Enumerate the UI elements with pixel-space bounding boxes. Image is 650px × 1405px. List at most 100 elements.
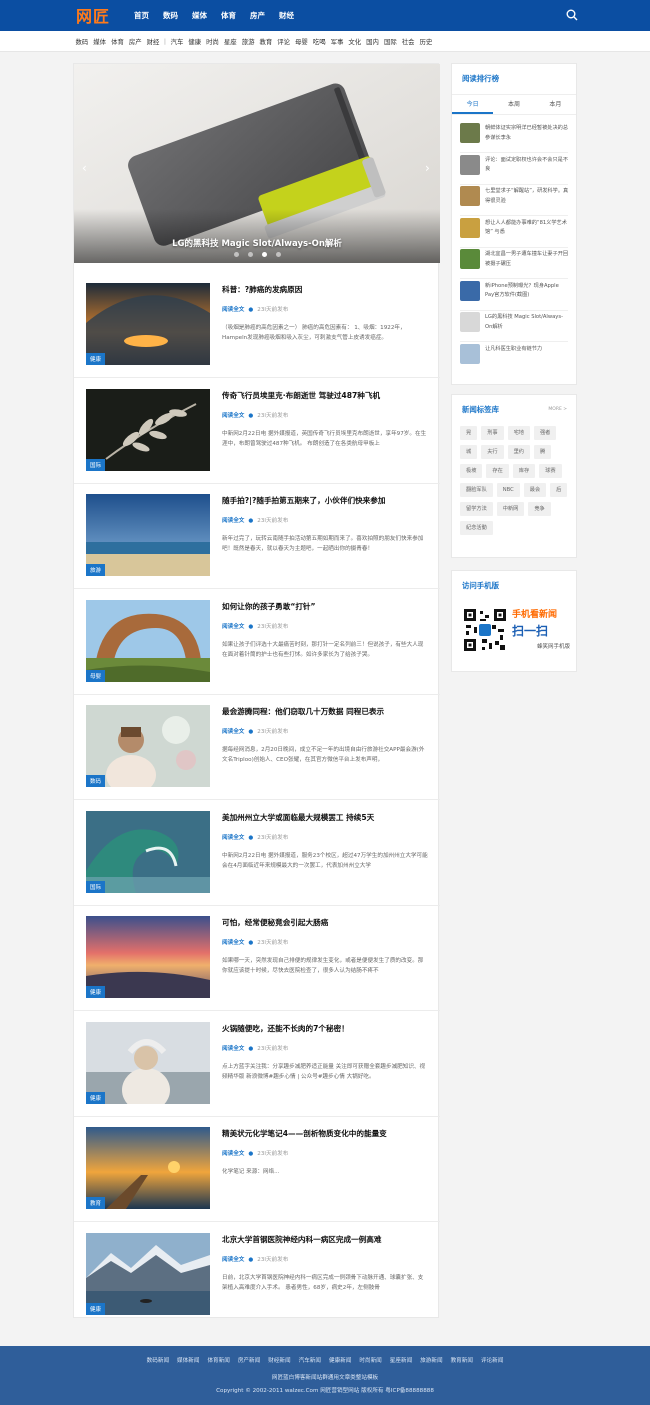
footer-link[interactable]: 时尚新闻 <box>359 1356 381 1364</box>
article-thumbnail[interactable]: 健康 <box>86 283 210 365</box>
nav-sports[interactable]: 体育 <box>214 0 243 31</box>
ranking-item-title[interactable]: 想让人人都能办事难的“81义学艺术馆” 与悉 <box>485 219 569 238</box>
read-more-link[interactable]: 阅读全文 <box>222 518 244 524</box>
category-badge[interactable]: 母婴 <box>86 669 106 682</box>
tag-chip[interactable]: 里约 <box>507 445 530 459</box>
article-item[interactable]: 健康 科普：?肺癌的发病原因 阅读全文 ● 23l天前发布 （吸烟是肺癌的高危因素之一） … <box>74 272 440 378</box>
tag-chip[interactable]: 强者 <box>533 426 557 440</box>
footer-link[interactable]: 评论新闻 <box>481 1356 503 1364</box>
category-link[interactable]: 吃喝 <box>310 37 328 46</box>
tag-chip[interactable]: 后 <box>550 483 568 497</box>
footer-link[interactable]: 数码新闻 <box>147 1356 169 1364</box>
article-thumbnail[interactable]: 教育 <box>86 1127 210 1209</box>
ranking-thumbnail[interactable] <box>460 123 480 143</box>
footer-link[interactable]: 健康新闻 <box>329 1356 351 1364</box>
category-badge[interactable]: 健康 <box>86 986 106 998</box>
tag-chip[interactable]: 夫行 <box>481 445 504 459</box>
tab-week[interactable]: 本周 <box>493 95 534 114</box>
category-link[interactable]: 体育 <box>109 37 127 46</box>
featured-slider[interactable]: ‹ › LG的黑科技 Magic Slot/Always-On解析 <box>74 64 440 263</box>
category-badge[interactable]: 数码 <box>86 775 106 787</box>
category-badge[interactable]: 教育 <box>86 1197 106 1209</box>
article-title[interactable]: 科普：?肺癌的发病原因 <box>222 284 428 295</box>
nav-digital[interactable]: 数码 <box>156 0 185 31</box>
article-title[interactable]: 火锅随便吃，还能不长肉的7个秘密！ <box>222 1023 428 1034</box>
article-thumbnail[interactable]: 健康 <box>86 1021 210 1104</box>
article-title[interactable]: 传奇飞行员埃里克·布朗逝世 驾驶过487种飞机 <box>222 390 428 401</box>
category-link[interactable]: 汽车 <box>168 37 186 46</box>
category-link[interactable]: 数码 <box>73 37 91 46</box>
ranking-thumbnail[interactable] <box>460 343 480 364</box>
category-badge[interactable]: 健康 <box>86 1091 106 1104</box>
ranking-item[interactable]: 让凡科医生职业有链节力 <box>460 343 568 376</box>
category-link[interactable]: 旅游 <box>239 37 257 46</box>
article-item[interactable]: 健康 火锅随便吃，还能不长肉的7个秘密！ 阅读全文 ● 23l天前发布 点上方蓝字关注我：… <box>74 1011 440 1117</box>
tag-chip[interactable]: 库存 <box>512 464 536 478</box>
tag-chip[interactable]: 晃 <box>460 426 478 440</box>
ranking-item-title[interactable]: 新iPhone预制曝光？现身Apple Pay官方软件(截图) <box>485 282 569 301</box>
ranking-thumbnail[interactable] <box>460 217 480 238</box>
tab-today[interactable]: 今日 <box>452 95 494 114</box>
article-item[interactable]: 国际 传奇飞行员埃里克·布朗逝世 驾驶过487种飞机 阅读全文 ● 23l天前发布 中新网… <box>74 378 440 484</box>
category-link[interactable]: 财经 <box>144 37 162 46</box>
category-link[interactable]: 教育 <box>257 37 275 46</box>
article-title[interactable]: 最会游腾同程：他们窃取几十万数据 同程已表示 <box>222 706 428 717</box>
tab-month[interactable]: 本月 <box>535 95 576 114</box>
ranking-thumbnail[interactable] <box>460 249 480 269</box>
ranking-item-title[interactable]: 湖北宜昌一男子遭车撞车让妻子开回被摄子碾压 <box>485 250 569 269</box>
article-thumbnail[interactable]: 母婴 <box>86 599 210 682</box>
read-more-link[interactable]: 阅读全文 <box>222 1046 244 1052</box>
footer-link[interactable]: 媒体新闻 <box>177 1356 199 1364</box>
ranking-item[interactable]: 新iPhone预制曝光？现身Apple Pay官方软件(截图) <box>460 280 569 313</box>
footer-link[interactable]: 星座新闻 <box>390 1356 412 1364</box>
read-more-link[interactable]: 阅读全文 <box>222 835 244 841</box>
ranking-thumbnail[interactable] <box>460 280 480 301</box>
tag-chip[interactable]: 中新网 <box>496 502 525 516</box>
slider-prev-arrow[interactable]: ‹ <box>82 162 87 174</box>
tag-chip[interactable]: 竞争 <box>528 502 551 516</box>
site-logo[interactable]: 网匠 <box>76 3 110 27</box>
tags-more-link[interactable]: MORE > <box>548 407 567 412</box>
article-thumbnail[interactable]: 国际 <box>86 810 210 893</box>
article-item[interactable]: 国际 美加州州立大学或面临最大规模罢工 持续5天 阅读全文 ● 23l天前发布 中新网2月… <box>74 800 440 906</box>
article-title[interactable]: 精美状元化学笔记4——剖析物质变化中的能量变 <box>222 1128 428 1139</box>
tag-chip[interactable]: 刑事 <box>481 426 504 440</box>
article-item[interactable]: 健康 可怕，经常便秘竟会引起大肠癌 阅读全文 ● 23l天前发布 如果哪一天，突然发现自己… <box>74 905 440 1011</box>
category-link[interactable]: 社会 <box>399 37 417 46</box>
article-title[interactable]: 北京大学首钢医院神经内科一病区完成一例高难 <box>222 1234 428 1245</box>
ranking-item[interactable]: LG的黑科技 Magic Slot/Always-On解析 <box>460 312 568 344</box>
category-link[interactable]: 房产 <box>126 37 144 46</box>
article-thumbnail[interactable]: 国际 <box>86 388 210 471</box>
slider-dot-active[interactable] <box>261 252 267 257</box>
tag-chip[interactable]: 极坡 <box>460 464 483 478</box>
read-more-link[interactable]: 阅读全文 <box>222 729 244 735</box>
footer-link[interactable]: 汽车新闻 <box>299 1356 321 1364</box>
footer-link[interactable]: 体育新闻 <box>207 1356 229 1364</box>
article-title[interactable]: 可怕，经常便秘竟会引起大肠癌 <box>222 917 428 928</box>
article-title[interactable]: 如何让你的孩子勇敢“打针” <box>222 601 428 612</box>
tag-chip[interactable]: 腾 <box>533 445 552 459</box>
ranking-thumbnail[interactable] <box>460 154 480 175</box>
ranking-item-title[interactable]: LG的黑科技 Magic Slot/Always-On解析 <box>485 313 569 332</box>
article-item[interactable]: 母婴 如何让你的孩子勇敢“打针” 阅读全文 ● 23l天前发布 如果让孩子们评选十大最痛苦… <box>74 589 440 695</box>
footer-link[interactable]: 教育新闻 <box>451 1356 473 1364</box>
category-link[interactable]: 健康 <box>186 37 204 46</box>
category-badge[interactable]: 健康 <box>86 353 106 365</box>
category-link[interactable]: 军事 <box>328 37 346 46</box>
read-more-link[interactable]: 阅读全文 <box>222 307 244 313</box>
tag-chip[interactable]: 宅地 <box>507 426 530 440</box>
article-thumbnail[interactable]: 旅游 <box>86 494 210 576</box>
article-item[interactable]: 旅游 随手拍?|?随手拍第五期来了，小伙伴们快来参加 阅读全文 ● 23l天前发布 新年过… <box>74 483 440 589</box>
ranking-item[interactable]: 湖北宜昌一男子遭车撞车让妻子开回被摄子碾压 <box>460 249 568 281</box>
tag-chip[interactable]: 球赛 <box>539 464 562 478</box>
category-badge[interactable]: 国际 <box>86 880 106 893</box>
ranking-item[interactable]: 七里堂求子“解醒站”，研发科学。真得很灵验 <box>460 186 568 218</box>
read-more-link[interactable]: 阅读全文 <box>222 624 244 630</box>
nav-home[interactable]: 首页 <box>127 0 156 31</box>
category-link[interactable]: 历史 <box>417 37 435 46</box>
category-link[interactable]: 国际 <box>381 37 399 46</box>
category-link[interactable]: 国内 <box>364 37 382 46</box>
category-badge[interactable]: 健康 <box>86 1302 106 1315</box>
article-item[interactable]: 健康 北京大学首钢医院神经内科一病区完成一例高难 阅读全文 ● 23l天前发布 日前，北京… <box>86 1222 428 1326</box>
ranking-item[interactable]: 评论：面试定职权也许会不会只是不良 <box>460 154 568 187</box>
